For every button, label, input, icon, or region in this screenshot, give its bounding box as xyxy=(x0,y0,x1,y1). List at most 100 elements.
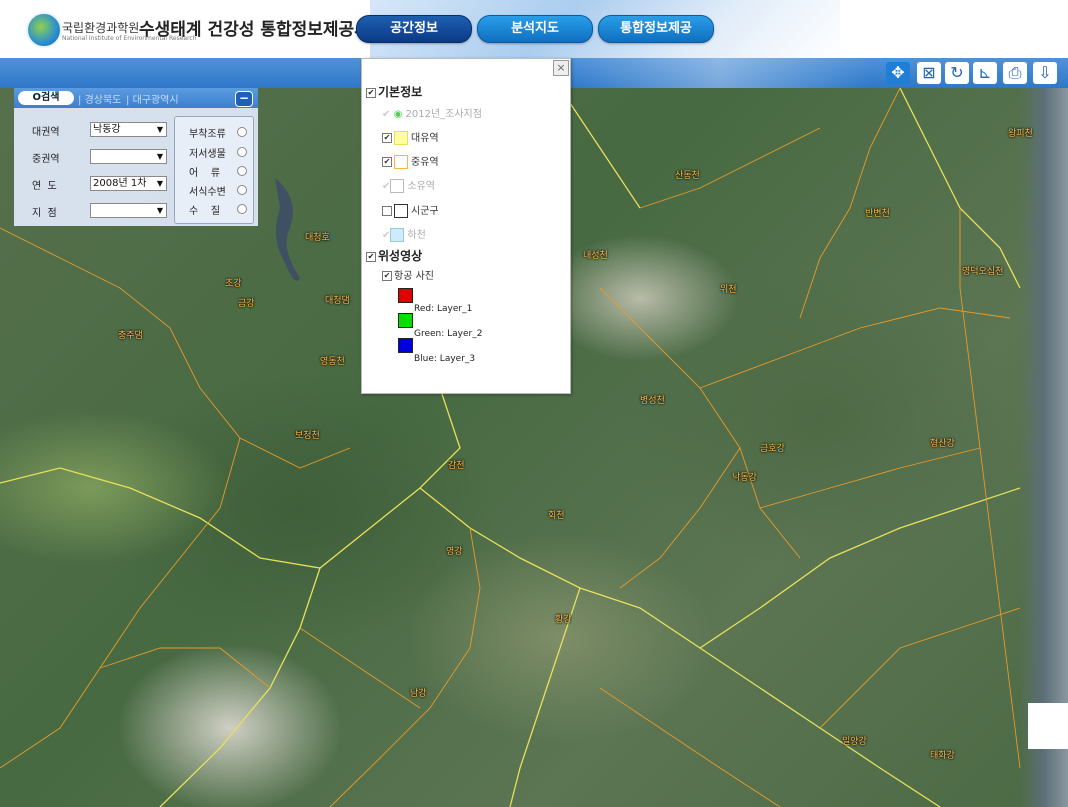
measure-icon[interactable]: ⊾ xyxy=(973,62,997,84)
periphyton-radio[interactable] xyxy=(237,127,247,137)
major-basin-checkbox[interactable]: ✔ xyxy=(382,133,392,143)
check-icon: ✔ xyxy=(382,109,391,120)
place-label: 회천 xyxy=(548,511,565,521)
place-label: 보청천 xyxy=(295,431,320,441)
refresh-icon[interactable]: ↻ xyxy=(945,62,969,84)
obs-label-water-quality: 수 질 xyxy=(189,206,221,217)
legend-swatch xyxy=(394,131,408,145)
year-value: 2008년 1차 xyxy=(93,178,147,189)
link-daegu[interactable]: | 대구광역시 xyxy=(126,91,179,106)
layer-sub-basin[interactable]: ✔ 소유역 xyxy=(382,177,435,193)
obs-label-fish: 어 류 xyxy=(189,168,221,179)
major-basin-value: 낙동강 xyxy=(93,124,121,135)
layer-label: 2012년_조사지점 xyxy=(405,109,482,120)
obs-label-benthic: 저서생물 xyxy=(189,149,226,160)
satellite-checkbox[interactable]: ✔ xyxy=(366,251,376,262)
obs-label-periphyton: 부착조류 xyxy=(189,129,226,140)
search-panel: O검색 | 경상북도 | 대구광역시 − 대권역 낙동강 ▼ 중권역 ▼ 연 도 … xyxy=(14,88,258,226)
legend-swatch xyxy=(394,204,408,218)
search-tab[interactable]: O검색 xyxy=(18,91,74,105)
header: 국립환경과학원 National Institute of Environmen… xyxy=(0,0,1068,58)
satellite-label: 위성영상 xyxy=(378,249,423,263)
save-icon[interactable]: ⇩ xyxy=(1033,62,1057,84)
layer-label: 대유역 xyxy=(411,133,439,144)
place-label: 낙동강 xyxy=(732,473,757,483)
place-label: 초강 xyxy=(225,279,242,289)
layer-river[interactable]: ✔ 하천 xyxy=(382,226,426,242)
layer-label: 중유역 xyxy=(411,157,439,168)
basic-info-label: 기본정보 xyxy=(378,85,423,99)
band-red: Red: Layer_1 xyxy=(398,288,472,314)
mid-basin-checkbox[interactable]: ✔ xyxy=(382,157,392,167)
map-blank-area xyxy=(1028,703,1068,749)
close-icon[interactable]: × xyxy=(553,60,569,76)
full-extent-icon[interactable]: ⊠ xyxy=(917,62,941,84)
layer-mid-basin[interactable]: ✔ 중유역 xyxy=(382,153,439,169)
org-name: 국립환경과학원 xyxy=(62,21,140,35)
benthic-radio[interactable] xyxy=(237,147,247,157)
place-label: 황강 xyxy=(555,615,572,625)
pan-icon[interactable]: ✥ xyxy=(886,62,910,84)
water-quality-radio[interactable] xyxy=(237,204,247,214)
place-label: 태화강 xyxy=(930,751,955,761)
aerial-photo-checkbox[interactable]: ✔ xyxy=(382,271,392,281)
layer-label: 시군구 xyxy=(411,206,439,217)
legend-swatch xyxy=(398,288,413,303)
layer-label: 항공 사진 xyxy=(394,271,434,282)
org-logo[interactable] xyxy=(26,12,62,48)
place-label: 금호강 xyxy=(760,444,785,454)
check-icon: ✔ xyxy=(382,181,391,192)
legend-swatch xyxy=(394,155,408,169)
layer-aerial-photo[interactable]: ✔ 항공 사진 xyxy=(382,267,434,282)
field-label-site: 지 점 xyxy=(32,208,57,219)
legend-swatch xyxy=(398,338,413,353)
place-label: 대청댐 xyxy=(325,296,350,306)
place-label: 영동천 xyxy=(320,357,345,367)
band-green: Green: Layer_2 xyxy=(398,313,482,339)
basic-info-checkbox[interactable]: ✔ xyxy=(366,87,376,98)
point-symbol-icon: ◉ xyxy=(393,109,403,120)
habitat-radio[interactable] xyxy=(237,185,247,195)
district-checkbox[interactable] xyxy=(382,206,392,216)
check-icon: ✔ xyxy=(382,230,391,241)
year-select[interactable]: 2008년 1차 ▼ xyxy=(90,176,167,191)
link-gyeongbuk[interactable]: | 경상북도 xyxy=(78,91,121,106)
place-label: 산동천 xyxy=(675,171,700,181)
chevron-down-icon: ▼ xyxy=(156,152,163,161)
place-label: 남강 xyxy=(410,689,427,699)
place-label: 금강 xyxy=(238,299,255,309)
place-label: 밀양강 xyxy=(842,737,867,747)
collapse-button[interactable]: − xyxy=(235,91,253,107)
basic-info-header[interactable]: ✔ 기본정보 xyxy=(366,83,422,100)
fish-radio[interactable] xyxy=(237,166,247,176)
site-select[interactable]: ▼ xyxy=(90,203,167,218)
nav-spatial-info[interactable]: 공간정보 xyxy=(356,15,472,43)
search-panel-header: O검색 | 경상북도 | 대구광역시 − xyxy=(14,88,258,108)
legend-swatch xyxy=(390,179,405,193)
mid-basin-select[interactable]: ▼ xyxy=(90,149,167,164)
layer-district[interactable]: 시군구 xyxy=(382,202,439,218)
satellite-header[interactable]: ✔ 위성영상 xyxy=(366,247,422,264)
field-label-major-basin: 대권역 xyxy=(32,127,60,138)
chevron-down-icon: ▼ xyxy=(156,125,163,134)
legend-swatch xyxy=(398,313,413,328)
layer-major-basin[interactable]: ✔ 대유역 xyxy=(382,129,439,145)
band-label: Blue: Layer_3 xyxy=(414,354,476,364)
place-label: 내성천 xyxy=(583,251,608,261)
place-label: 충주댐 xyxy=(118,331,143,341)
place-label: 왕피천 xyxy=(1008,129,1033,139)
sea-area xyxy=(1020,88,1068,807)
layer-survey-points[interactable]: ✔ ◉ 2012년_조사지점 xyxy=(382,105,482,120)
field-label-mid-basin: 중권역 xyxy=(32,154,60,165)
nav-analysis-map[interactable]: 분석지도 xyxy=(477,15,593,43)
major-basin-select[interactable]: 낙동강 ▼ xyxy=(90,122,167,137)
band-blue: Blue: Layer_3 xyxy=(398,338,475,364)
place-label: 병성천 xyxy=(640,396,665,406)
nav-integrated-info[interactable]: 통합정보제공 xyxy=(598,15,714,43)
layer-panel: × ✔ 기본정보 ✔ ◉ 2012년_조사지점 ✔ 대유역 ✔ 중유역 ✔ 소유역 시군… xyxy=(361,58,571,394)
print-icon[interactable]: ⎙ xyxy=(1003,62,1027,84)
layer-label: 하천 xyxy=(407,230,426,241)
place-label: 위천 xyxy=(720,285,737,295)
layer-label: 소유역 xyxy=(407,181,435,192)
chevron-down-icon: ▼ xyxy=(156,206,163,215)
